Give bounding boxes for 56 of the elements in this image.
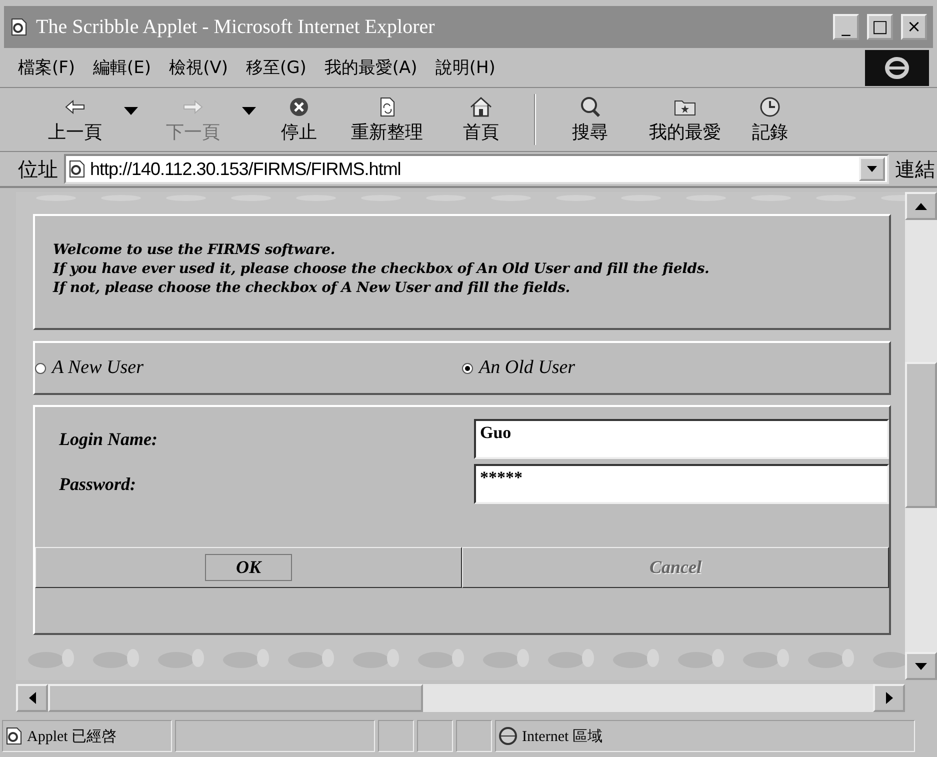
- toolbar-button[interactable]: 上一頁: [30, 88, 120, 151]
- window-control-button[interactable]: _: [833, 14, 859, 40]
- toolbar-button[interactable]: 重新整理: [332, 88, 442, 151]
- field-label: Password:: [59, 474, 138, 494]
- down-arrow-icon: [915, 662, 927, 670]
- intro-text: If you have ever used it, please choose the checkbox of An Old User and fill the fields.: [53, 261, 710, 277]
- status-cell: [417, 720, 453, 752]
- up-arrow-icon: [915, 202, 927, 210]
- scroll-left-button[interactable]: [16, 684, 48, 712]
- toolbar-button[interactable]: 搜尋: [550, 88, 630, 151]
- toolbar-button[interactable]: 記錄: [740, 88, 800, 151]
- scroll-thumb[interactable]: [48, 684, 423, 712]
- page-icon: [5, 727, 23, 745]
- toolbar-button[interactable]: 我的最愛: [630, 88, 740, 151]
- intro-text: Welcome to use the FIRMS software.: [53, 242, 336, 258]
- dropdown-button[interactable]: [859, 157, 885, 181]
- caret-icon[interactable]: [124, 106, 138, 114]
- radio-dot[interactable]: [35, 362, 46, 374]
- scroll-down-button[interactable]: [905, 652, 937, 680]
- window-control-button[interactable]: ×: [901, 14, 927, 40]
- menu-item[interactable]: 檢視(V): [169, 56, 228, 79]
- left-arrow-icon: [28, 692, 36, 704]
- status-message: Applet 已經啓: [27, 728, 117, 746]
- right-arrow-icon: [886, 692, 892, 704]
- dialog-button[interactable]: OK: [204, 554, 292, 581]
- menu-item[interactable]: 我的最愛(A): [324, 56, 418, 79]
- input-field[interactable]: Guo: [474, 419, 889, 459]
- menu-item[interactable]: 編輯(E): [93, 56, 152, 79]
- caret-icon: [867, 166, 877, 172]
- toolbar-button[interactable]: 首頁: [442, 88, 520, 151]
- scroll-right-button[interactable]: [873, 684, 905, 712]
- scroll-up-button[interactable]: [905, 192, 937, 220]
- menu-item[interactable]: 檔案(F): [18, 56, 76, 79]
- status-zone: Internet 區域: [522, 728, 602, 746]
- field-label: Login Name:: [59, 428, 158, 450]
- e-logo-icon: [883, 56, 911, 80]
- window-title: The Scribble Applet - Microsoft Internet Explorer: [36, 16, 436, 38]
- toolbar-button[interactable]: 停止: [266, 88, 332, 151]
- page-icon: [68, 160, 86, 178]
- links-label[interactable]: 連結: [895, 156, 935, 182]
- status-cell: [456, 720, 492, 752]
- page-icon: [10, 18, 28, 36]
- intro-text: If not, please choose the checkbox of A New User and fill the fields.: [53, 280, 571, 296]
- input-field[interactable]: *****: [474, 464, 889, 504]
- menu-item[interactable]: 說明(H): [435, 56, 496, 79]
- status-cell: [378, 720, 414, 752]
- user-type-radio[interactable]: An Old User: [462, 357, 889, 379]
- scroll-thumb[interactable]: [905, 362, 937, 508]
- address-label: 位址: [18, 156, 58, 182]
- home-icon: [468, 96, 494, 118]
- user-type-radio[interactable]: A New User: [35, 357, 462, 379]
- address-field[interactable]: http://140.112.30.153/FIRMS/FIRMS.html: [64, 154, 889, 184]
- window-control-button[interactable]: □: [867, 14, 893, 40]
- globe-icon: [498, 726, 518, 746]
- menu-item[interactable]: 移至(G): [246, 56, 306, 79]
- radio-dot[interactable]: [462, 362, 473, 374]
